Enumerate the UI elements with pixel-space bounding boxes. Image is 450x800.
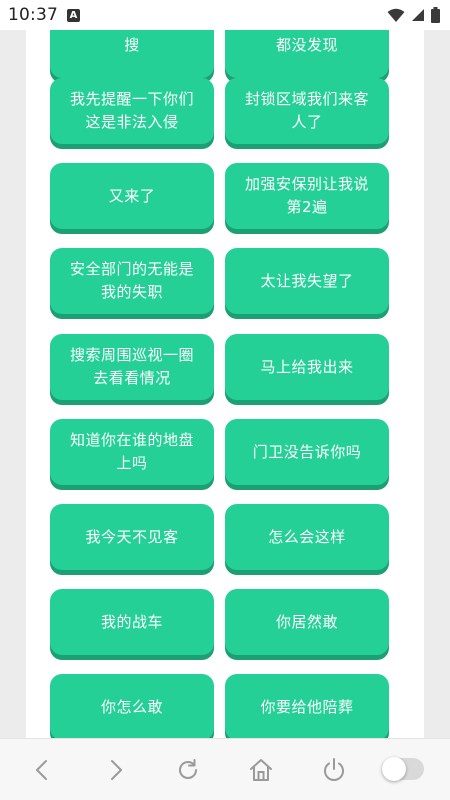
sound-button[interactable]: 我的战车 <box>50 589 214 655</box>
sound-button[interactable]: 你居然敢 <box>225 589 389 655</box>
home-icon[interactable] <box>247 756 275 784</box>
toggle-knob <box>382 757 406 781</box>
right-gutter <box>424 30 450 738</box>
scroll-content[interactable]: 搜 都没发现 我先提醒一下你们这是非法入侵 封锁区域我们来客人了 又来了 加强安… <box>26 30 424 738</box>
sound-button[interactable]: 知道你在谁的地盘上吗 <box>50 419 214 485</box>
bottom-nav-bar <box>0 738 450 800</box>
sound-button[interactable]: 怎么会这样 <box>225 504 389 570</box>
status-bar: 10:37 A <box>0 0 450 30</box>
sound-button[interactable]: 我今天不见客 <box>50 504 214 570</box>
sound-button[interactable]: 我先提醒一下你们这是非法入侵 <box>50 78 214 144</box>
sound-button[interactable]: 安全部门的无能是我的失职 <box>50 248 214 314</box>
sound-button[interactable]: 搜索周围巡视一圈去看看情况 <box>50 334 214 400</box>
battery-icon <box>431 7 440 23</box>
sound-button[interactable]: 搜 <box>50 30 214 78</box>
sound-button[interactable]: 你要给他陪葬 <box>225 674 389 738</box>
status-icons <box>387 7 440 23</box>
sound-button[interactable]: 加强安保别让我说第2遍 <box>225 163 389 229</box>
forward-icon[interactable] <box>102 756 130 784</box>
sound-button[interactable]: 又来了 <box>50 163 214 229</box>
status-time: 10:37 <box>8 5 58 25</box>
back-icon[interactable] <box>28 756 56 784</box>
toggle-switch[interactable] <box>382 757 424 781</box>
sound-button[interactable]: 马上给我出来 <box>225 334 389 400</box>
sound-button[interactable]: 门卫没告诉你吗 <box>225 419 389 485</box>
sound-button[interactable]: 你怎么敢 <box>50 674 214 738</box>
refresh-icon[interactable] <box>174 756 202 784</box>
notification-icon: A <box>67 8 80 22</box>
sound-button[interactable]: 封锁区域我们来客人了 <box>225 78 389 144</box>
sound-button[interactable]: 都没发现 <box>225 30 389 78</box>
sound-button[interactable]: 太让我失望了 <box>225 248 389 314</box>
cell-signal-icon <box>412 9 424 21</box>
wifi-icon <box>387 8 405 22</box>
power-icon[interactable] <box>320 756 348 784</box>
left-gutter <box>0 30 26 738</box>
